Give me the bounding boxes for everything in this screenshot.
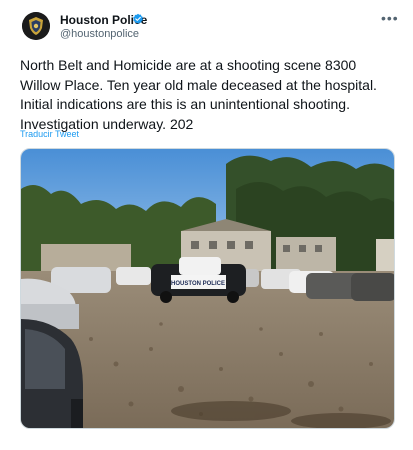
avatar[interactable] [22, 12, 50, 40]
police-badge-icon [22, 12, 50, 40]
translate-tweet-link[interactable]: Traducir Tweet [20, 129, 79, 140]
police-car-label: HOUSTON POLICE [171, 281, 225, 287]
tweet-text: North Belt and Homicide are at a shootin… [20, 57, 377, 132]
verified-badge-icon [133, 13, 143, 24]
tweet-card[interactable]: Houston Police @houstonpolice ••• North … [0, 0, 413, 450]
more-options-icon[interactable]: ••• [381, 11, 399, 25]
tweet-photo[interactable]: HOUSTON POLICE [20, 148, 395, 429]
tweet-photo-image: HOUSTON POLICE [21, 149, 394, 428]
author-handle[interactable]: @houstonpolice [60, 28, 139, 41]
